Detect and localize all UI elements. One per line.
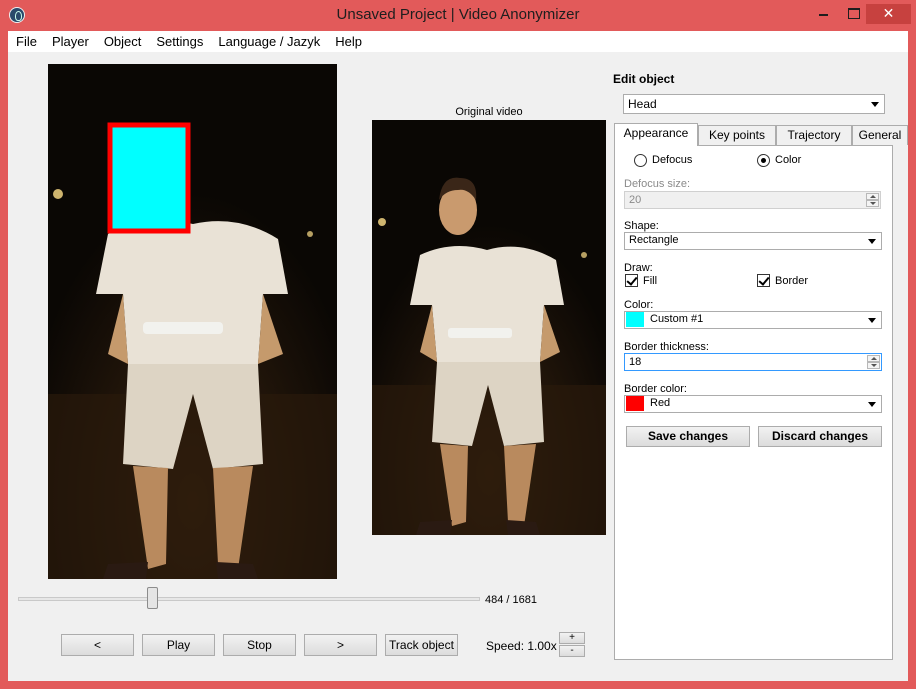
window-title: Unsaved Project | Video Anonymizer bbox=[336, 6, 580, 23]
fill-color-value: Custom #1 bbox=[650, 313, 704, 325]
spin-down-icon[interactable] bbox=[867, 362, 880, 369]
speed-down-button[interactable]: - bbox=[559, 645, 585, 657]
tab-key-points[interactable]: Key points bbox=[698, 125, 776, 145]
menu-bar: File Player Object Settings Language / J… bbox=[8, 31, 908, 52]
border-checkbox-label[interactable]: Border bbox=[775, 275, 808, 287]
shape-select[interactable]: Rectangle bbox=[624, 232, 882, 250]
anonymized-video-frame bbox=[48, 64, 337, 579]
border-thickness-label: Border thickness: bbox=[624, 341, 709, 353]
object-select-value: Head bbox=[628, 97, 657, 111]
next-frame-button[interactable]: > bbox=[304, 634, 377, 656]
original-video-frame bbox=[372, 120, 606, 535]
menu-help[interactable]: Help bbox=[327, 31, 369, 52]
previous-frame-button[interactable]: < bbox=[61, 634, 134, 656]
close-icon: ✕ bbox=[882, 5, 895, 21]
spin-down-icon[interactable] bbox=[866, 200, 879, 207]
border-color-select[interactable]: Red bbox=[624, 395, 882, 413]
color-radio-label[interactable]: Color bbox=[775, 154, 801, 166]
border-checkbox[interactable] bbox=[757, 274, 770, 287]
app-window: Unsaved Project | Video Anonymizer ✕ Fil… bbox=[0, 0, 916, 689]
chevron-down-icon bbox=[868, 239, 876, 244]
shape-select-value: Rectangle bbox=[629, 234, 679, 246]
fill-color-select[interactable]: Custom #1 bbox=[624, 311, 882, 329]
object-select[interactable]: Head bbox=[623, 94, 885, 114]
save-changes-button[interactable]: Save changes bbox=[626, 426, 750, 447]
timeline-slider-handle[interactable] bbox=[147, 587, 158, 609]
maximize-button[interactable] bbox=[840, 4, 866, 24]
original-video-label: Original video bbox=[455, 106, 523, 118]
menu-player[interactable]: Player bbox=[44, 31, 96, 52]
title-bar[interactable]: Unsaved Project | Video Anonymizer ✕ bbox=[0, 0, 916, 31]
defocus-size-label: Defocus size: bbox=[624, 178, 691, 190]
menu-language[interactable]: Language / Jazyk bbox=[210, 31, 327, 52]
tab-general[interactable]: General bbox=[852, 125, 908, 145]
color-label: Color: bbox=[624, 299, 654, 311]
draw-label: Draw: bbox=[624, 262, 653, 274]
speed-up-button[interactable]: + bbox=[559, 632, 585, 644]
fill-checkbox[interactable] bbox=[625, 274, 638, 287]
border-thickness-value: 18 bbox=[629, 356, 642, 368]
shape-label: Shape: bbox=[624, 220, 659, 232]
frame-counter: 484 / 1681 bbox=[485, 594, 537, 606]
appearance-pane: Defocus Color Defocus size: 20 Shape: Re… bbox=[614, 145, 893, 660]
border-thickness-spinbox[interactable]: 18 bbox=[624, 353, 882, 371]
chevron-down-icon bbox=[868, 318, 876, 323]
original-video-view bbox=[372, 120, 606, 535]
anonymization-mask[interactable] bbox=[107, 122, 191, 234]
client-area: File Player Object Settings Language / J… bbox=[8, 31, 908, 681]
defocus-radio[interactable] bbox=[634, 154, 647, 167]
spin-up-icon[interactable] bbox=[866, 193, 879, 200]
menu-file[interactable]: File bbox=[8, 31, 44, 52]
fill-color-swatch bbox=[626, 312, 644, 327]
border-color-value: Red bbox=[650, 397, 671, 409]
close-button[interactable]: ✕ bbox=[866, 4, 911, 24]
border-color-label: Border color: bbox=[624, 383, 687, 395]
defocus-radio-label[interactable]: Defocus bbox=[652, 154, 692, 166]
spin-up-icon[interactable] bbox=[867, 355, 880, 362]
chevron-down-icon bbox=[868, 402, 876, 407]
timeline-slider[interactable] bbox=[18, 597, 480, 601]
fill-checkbox-label[interactable]: Fill bbox=[643, 275, 657, 287]
stop-button[interactable]: Stop bbox=[223, 634, 296, 656]
color-radio[interactable] bbox=[757, 154, 770, 167]
anonymized-video-view[interactable] bbox=[48, 64, 337, 579]
discard-changes-button[interactable]: Discard changes bbox=[758, 426, 882, 447]
play-button[interactable]: Play bbox=[142, 634, 215, 656]
defocus-size-spinbox[interactable]: 20 bbox=[624, 191, 881, 209]
menu-settings[interactable]: Settings bbox=[148, 31, 210, 52]
tab-trajectory[interactable]: Trajectory bbox=[776, 125, 852, 145]
chevron-down-icon bbox=[871, 102, 879, 107]
track-object-button[interactable]: Track object bbox=[385, 634, 458, 656]
border-color-swatch bbox=[626, 396, 644, 411]
minimize-button[interactable] bbox=[810, 4, 836, 24]
speed-label: Speed: 1.00x bbox=[486, 639, 557, 653]
edit-object-title: Edit object bbox=[613, 72, 675, 86]
menu-object[interactable]: Object bbox=[96, 31, 149, 52]
defocus-size-value: 20 bbox=[629, 194, 642, 206]
tab-appearance[interactable]: Appearance bbox=[614, 123, 698, 146]
